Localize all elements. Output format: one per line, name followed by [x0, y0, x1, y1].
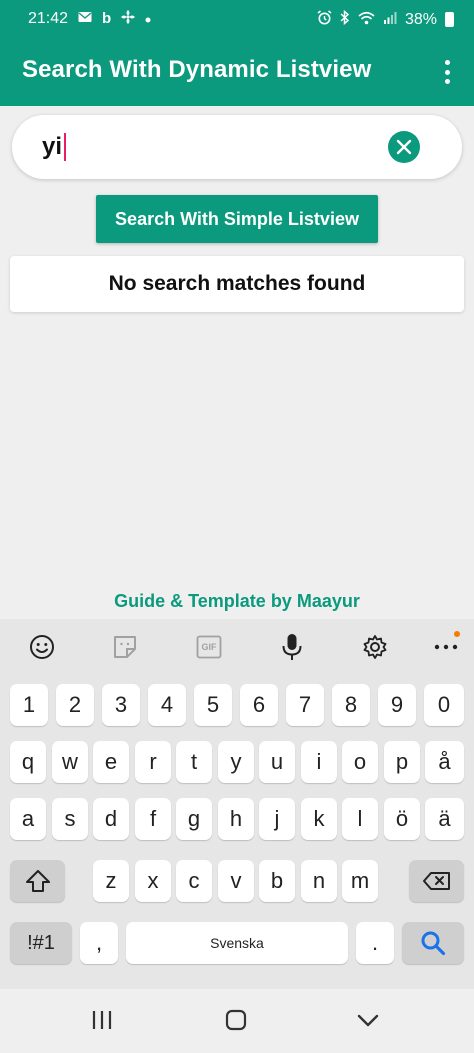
- key-y[interactable]: y: [218, 741, 254, 783]
- mic-icon[interactable]: [278, 633, 306, 661]
- key-0[interactable]: 0: [424, 684, 464, 726]
- key-a[interactable]: a: [10, 798, 46, 840]
- key-k[interactable]: k: [301, 798, 337, 840]
- key-3[interactable]: 3: [102, 684, 140, 726]
- key-r[interactable]: r: [135, 741, 171, 783]
- key-9[interactable]: 9: [378, 684, 416, 726]
- key-f[interactable]: f: [135, 798, 171, 840]
- key-6[interactable]: 6: [240, 684, 278, 726]
- key-c[interactable]: c: [176, 860, 212, 902]
- key-m[interactable]: m: [342, 860, 378, 902]
- key-7[interactable]: 7: [286, 684, 324, 726]
- notification-dot: [454, 631, 460, 637]
- key-e[interactable]: e: [93, 741, 129, 783]
- status-time: 21:42: [28, 10, 69, 27]
- overflow-menu-icon[interactable]: [438, 58, 456, 86]
- bluetooth-icon: [340, 9, 350, 29]
- key-a-umlaut[interactable]: ä: [425, 798, 464, 840]
- alarm-icon: [317, 10, 332, 29]
- key-2[interactable]: 2: [56, 684, 94, 726]
- key-i[interactable]: i: [301, 741, 337, 783]
- key-comma[interactable]: ,: [80, 922, 118, 964]
- key-1[interactable]: 1: [10, 684, 48, 726]
- space-key[interactable]: Svenska: [126, 922, 348, 964]
- key-period[interactable]: .: [356, 922, 394, 964]
- key-p[interactable]: p: [384, 741, 420, 783]
- keyboard-toolbar: GIF: [0, 619, 474, 675]
- key-b[interactable]: b: [259, 860, 295, 902]
- wifi-icon: [358, 11, 375, 29]
- clear-icon[interactable]: [388, 131, 420, 163]
- symbols-key[interactable]: !#1: [10, 922, 72, 964]
- page-title: Search With Dynamic Listview: [22, 56, 372, 83]
- recents-icon[interactable]: [91, 1009, 113, 1036]
- battery-icon: [445, 12, 454, 27]
- back-icon[interactable]: [357, 1009, 379, 1036]
- key-g[interactable]: g: [176, 798, 212, 840]
- key-s[interactable]: s: [52, 798, 88, 840]
- key-q[interactable]: q: [10, 741, 46, 783]
- key-x[interactable]: x: [135, 860, 171, 902]
- key-5[interactable]: 5: [194, 684, 232, 726]
- gif-label: GIF: [201, 642, 217, 652]
- dot-icon: [145, 11, 151, 27]
- key-u[interactable]: u: [259, 741, 295, 783]
- shift-icon[interactable]: [10, 860, 65, 902]
- search-icon[interactable]: [402, 922, 464, 964]
- gif-icon[interactable]: GIF: [195, 633, 223, 661]
- emoji-icon[interactable]: [28, 633, 56, 661]
- key-o-umlaut[interactable]: ö: [384, 798, 420, 840]
- key-j[interactable]: j: [259, 798, 295, 840]
- text-cursor: [64, 133, 67, 161]
- key-o[interactable]: o: [342, 741, 378, 783]
- signal-icon: [383, 11, 397, 29]
- home-icon[interactable]: [225, 1009, 247, 1036]
- fan-icon: [121, 10, 136, 28]
- mail-icon: [78, 11, 92, 27]
- key-a-ring[interactable]: å: [425, 741, 464, 783]
- backspace-icon[interactable]: [409, 860, 464, 902]
- battery-percent: 38%: [404, 10, 437, 28]
- key-4[interactable]: 4: [148, 684, 186, 726]
- key-d[interactable]: d: [93, 798, 129, 840]
- search-input[interactable]: yi: [12, 115, 462, 179]
- credit-text: Guide & Template by Maayur: [114, 591, 360, 611]
- key-z[interactable]: z: [93, 860, 129, 902]
- key-t[interactable]: t: [176, 741, 212, 783]
- more-icon[interactable]: [432, 631, 460, 661]
- settings-icon[interactable]: [361, 633, 389, 661]
- search-value[interactable]: yi: [42, 133, 67, 161]
- key-8[interactable]: 8: [332, 684, 370, 726]
- empty-state-message: No search matches found: [10, 256, 464, 312]
- key-v[interactable]: v: [218, 860, 254, 902]
- status-bar: 21:42 b 38%: [0, 0, 474, 38]
- key-w[interactable]: w: [52, 741, 88, 783]
- key-h[interactable]: h: [218, 798, 254, 840]
- key-n[interactable]: n: [301, 860, 337, 902]
- search-with-simple-listview-button[interactable]: Search With Simple Listview: [96, 195, 378, 243]
- sticker-icon[interactable]: [111, 633, 139, 661]
- search-query: yi: [42, 133, 63, 160]
- b-icon: b: [102, 10, 112, 27]
- app-bar: Search With Dynamic Listview: [0, 38, 474, 106]
- keyboard: GIF 1 2 3 4 5 6 7 8 9 0 q w e r t y u i …: [0, 619, 474, 989]
- key-l[interactable]: l: [342, 798, 378, 840]
- navigation-bar: [0, 989, 474, 1053]
